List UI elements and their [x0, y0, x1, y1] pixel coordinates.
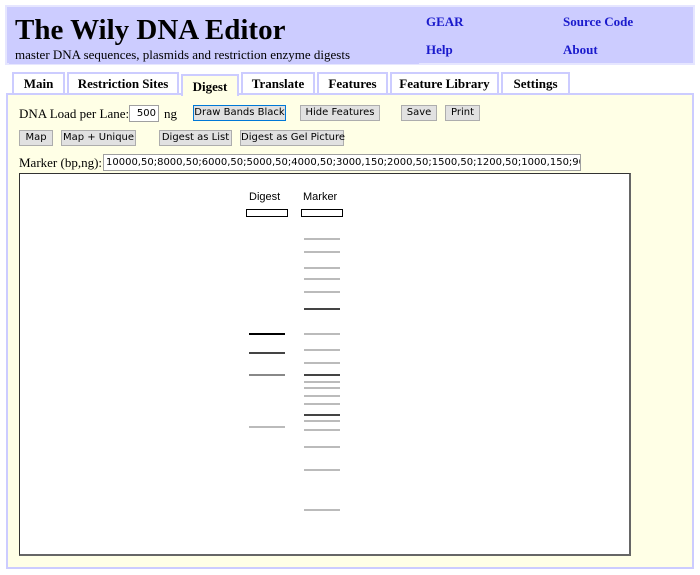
marker-label: Marker (bp,ng): — [19, 155, 103, 170]
lane-label-digest: Digest — [249, 191, 281, 203]
nav-cell-gear: GEAR — [421, 9, 556, 35]
gear-link[interactable]: GEAR — [426, 14, 464, 30]
well-digest — [246, 209, 288, 217]
tab-features[interactable]: Features — [317, 72, 388, 93]
app-subtitle: master DNA sequences, plasmids and restr… — [15, 47, 351, 62]
help-link[interactable]: Help — [426, 42, 453, 58]
marker-band — [304, 374, 340, 376]
gel-picture: Digest Marker — [19, 173, 631, 556]
map-unique-button[interactable]: Map + Unique — [61, 130, 136, 146]
digest-band — [249, 426, 285, 428]
title-cell: The Wily DNA Editor master DNA sequences… — [9, 9, 419, 64]
dna-load-input[interactable]: 500 — [129, 105, 159, 122]
marker-band — [304, 395, 340, 397]
print-button[interactable]: Print — [445, 105, 480, 121]
tab-feature-library[interactable]: Feature Library — [390, 72, 499, 93]
marker-band — [304, 238, 340, 240]
marker-band — [304, 469, 340, 471]
marker-band — [304, 403, 340, 405]
marker-band — [304, 381, 340, 383]
tab-digest[interactable]: Digest — [181, 74, 239, 96]
marker-band — [304, 414, 340, 416]
marker-band — [304, 333, 340, 335]
lane-label-marker: Marker — [303, 191, 338, 203]
source-code-link[interactable]: Source Code — [563, 14, 633, 30]
nav-cell-about: About — [558, 37, 693, 63]
marker-band — [304, 349, 340, 351]
marker-input[interactable]: 10000,50;8000,50;6000,50;5000,50;4000,50… — [103, 154, 581, 171]
well-marker — [301, 209, 343, 217]
marker-band — [304, 387, 340, 389]
marker-band — [304, 420, 340, 422]
marker-band — [304, 267, 340, 269]
marker-band — [304, 429, 340, 431]
tab-settings[interactable]: Settings — [501, 72, 570, 93]
dna-load-label: DNA Load per Lane: — [19, 106, 130, 121]
digest-as-list-button[interactable]: Digest as List — [159, 130, 232, 146]
digest-band — [249, 333, 285, 335]
digest-band — [249, 352, 285, 354]
tab-main[interactable]: Main — [12, 72, 65, 93]
marker-band — [304, 308, 340, 310]
digest-as-gel-picture-button[interactable]: Digest as Gel Picture — [240, 130, 345, 146]
about-link[interactable]: About — [563, 42, 598, 58]
marker-band — [304, 446, 340, 448]
app-title: The Wily DNA Editor — [15, 14, 286, 46]
hide-features-button[interactable]: Hide Features — [300, 105, 380, 121]
nav-cell-source-code: Source Code — [558, 9, 693, 35]
marker-band — [304, 362, 340, 364]
dna-load-unit: ng — [164, 106, 177, 121]
tab-restriction-sites[interactable]: Restriction Sites — [67, 72, 179, 93]
tab-translate[interactable]: Translate — [241, 72, 315, 93]
marker-band — [304, 251, 340, 253]
draw-bands-black-button[interactable]: Draw Bands Black — [193, 105, 286, 121]
digest-band — [249, 374, 285, 376]
marker-band — [304, 509, 340, 511]
marker-band — [304, 291, 340, 293]
save-button[interactable]: Save — [401, 105, 437, 121]
map-button[interactable]: Map — [19, 130, 53, 146]
marker-band — [304, 278, 340, 280]
nav-cell-help: Help — [421, 37, 556, 63]
app-header: The Wily DNA Editor master DNA sequences… — [5, 5, 695, 65]
